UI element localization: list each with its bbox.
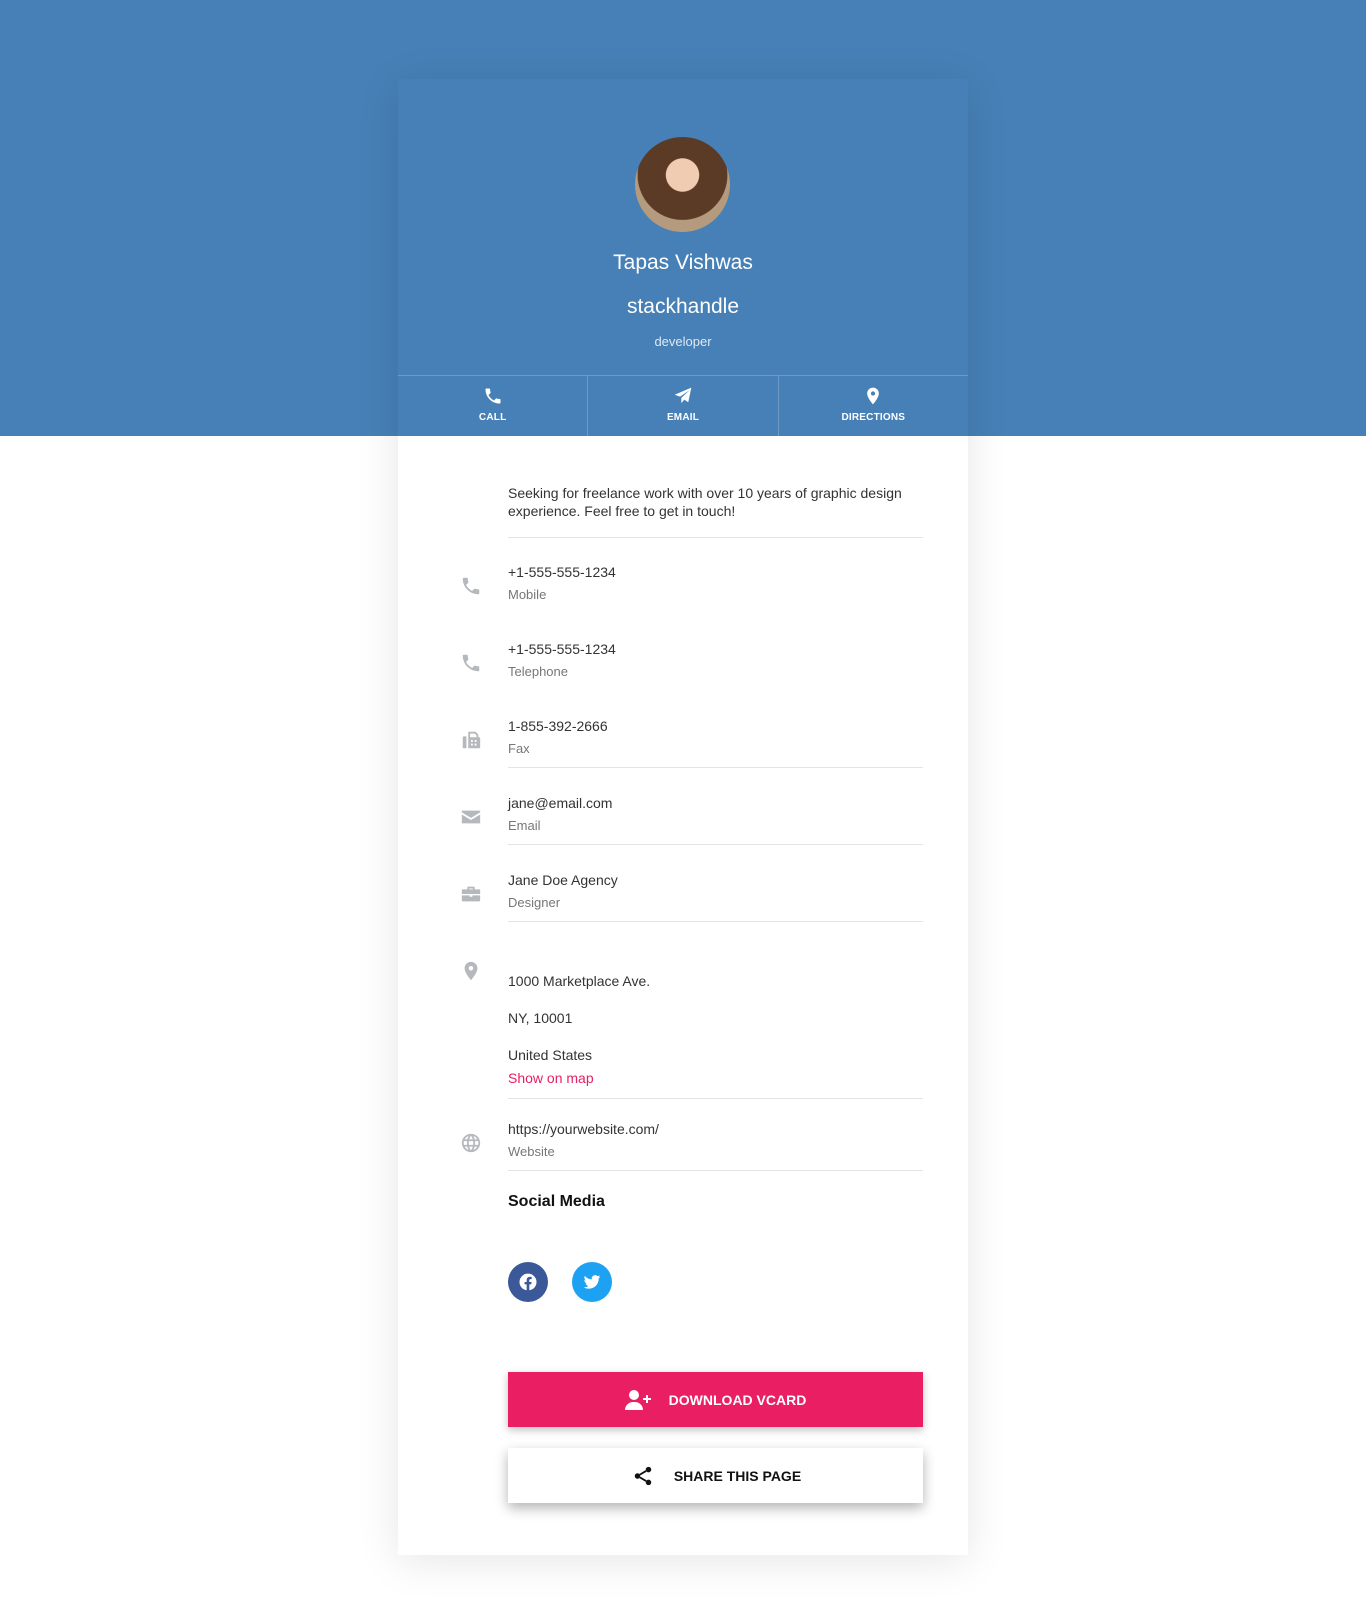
paper-plane-icon (674, 387, 692, 404)
share-page-label: SHARE THIS PAGE (673, 1467, 802, 1484)
divider (508, 844, 923, 845)
phone-icon (462, 577, 480, 595)
download-vcard-label: DOWNLOAD VCARD (668, 1391, 807, 1408)
profile-name: Tapas Vishwas (613, 251, 753, 274)
vcard: Tapas Vishwas stackhandle developer CALL… (398, 79, 968, 1555)
card-header: Tapas Vishwas stackhandle developer CALL… (398, 79, 968, 436)
bio-text: Seeking for freelance work with over 10 … (508, 484, 923, 538)
address-line3: United States (508, 1047, 593, 1063)
email-label: EMAIL (666, 412, 700, 423)
address-line2: NY, 10001 (508, 1010, 573, 1026)
twitter-button[interactable] (572, 1262, 612, 1302)
work-label: Designer (508, 895, 561, 910)
email-label: Email (508, 818, 541, 833)
divider (508, 921, 923, 922)
share-icon (634, 1466, 652, 1485)
download-vcard-button[interactable]: DOWNLOAD VCARD (508, 1372, 923, 1427)
globe-icon (461, 1133, 481, 1153)
telephone-label: Telephone (508, 664, 568, 679)
avatar (635, 137, 730, 232)
mobile-value: +1-555-555-1234 (508, 564, 616, 580)
action-bar: CALL EMAIL DIRECTIONS (398, 375, 968, 436)
twitter-icon (583, 1275, 601, 1289)
telephone-value: +1-555-555-1234 (508, 641, 616, 657)
phone-icon (485, 388, 501, 404)
website-value: https://yourwebsite.com/ (508, 1121, 659, 1137)
facebook-button[interactable] (508, 1262, 548, 1302)
divider (508, 767, 923, 768)
directions-label: DIRECTIONS (841, 412, 906, 423)
divider (508, 1170, 923, 1171)
phone-icon (462, 654, 480, 672)
email-action[interactable]: EMAIL (587, 376, 777, 436)
map-marker-icon (464, 961, 478, 981)
call-label: CALL (478, 412, 507, 423)
fax-icon (462, 731, 481, 749)
address-line1: 1000 Marketplace Ave. (508, 973, 651, 989)
email-value: jane@email.com (508, 795, 613, 811)
user-plus-icon (624, 1389, 651, 1410)
profile-role: developer (654, 334, 712, 349)
website-label: Website (508, 1144, 555, 1159)
show-on-map-link[interactable]: Show on map (508, 1070, 594, 1086)
directions-action[interactable]: DIRECTIONS (777, 376, 968, 436)
social-media-title: Social Media (508, 1193, 605, 1210)
call-action[interactable]: CALL (398, 376, 587, 436)
fax-value: 1-855-392-2666 (508, 718, 608, 734)
divider (508, 1098, 923, 1099)
fax-label: Fax (508, 741, 530, 756)
mobile-label: Mobile (508, 587, 547, 602)
share-page-button[interactable]: SHARE THIS PAGE (508, 1448, 923, 1503)
briefcase-icon (461, 886, 481, 902)
facebook-icon (519, 1273, 537, 1291)
profile-company: stackhandle (626, 295, 740, 318)
work-value: Jane Doe Agency (508, 872, 618, 888)
map-marker-icon (867, 387, 880, 405)
envelope-icon (461, 810, 481, 824)
